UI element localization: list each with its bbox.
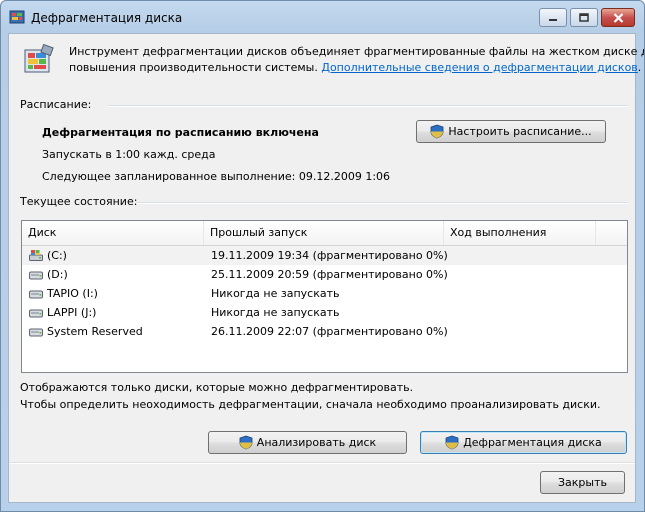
hard-drive-icon [29,271,43,280]
disk-row[interactable]: (D:) 25.11.2009 20:59 (фрагментировано 0%… [22,265,627,284]
disk-row[interactable]: LAPPI (J:) Никогда не запускать [22,303,627,322]
system-drive-icon [29,250,43,261]
close-window-button[interactable] [601,8,635,27]
configure-schedule-label: Настроить расписание... [448,125,592,138]
defrag-window: Дефрагментация диска Инструмент дефрагме… [0,0,645,512]
link-suffix: . [637,61,642,74]
disk-row[interactable]: TAPIO (I:) Никогда не запускать [22,284,627,303]
schedule-divider [108,105,628,107]
window-title: Дефрагментация диска [31,11,183,25]
disk-row[interactable]: (C:) 19.11.2009 19:34 (фрагментировано 0%… [22,246,627,265]
hard-drive-icon [29,328,43,337]
footer-note-line-2: Чтобы определить неоходимость дефрагмент… [20,398,601,411]
minimize-button[interactable] [539,8,567,27]
description-line-2: повышения производительности системы. [69,61,318,74]
column-header-last-run[interactable]: Прошлый запуск [204,221,444,245]
uac-shield-icon [430,124,444,139]
disk-row[interactable]: System Reserved 26.11.2009 22:07 (фрагмен… [22,322,627,341]
schedule-next-run: Следующее запланированное выполнение: 09… [42,170,391,183]
close-icon [613,12,623,23]
disk-list[interactable]: Диск Прошлый запуск Ход выполнения (C:) 1… [21,220,628,373]
title-bar[interactable]: Дефрагментация диска [1,1,644,33]
schedule-section-label: Расписание: [20,98,92,111]
disk-last-run: Никогда не запускать [211,287,340,300]
description-line-1: Инструмент дефрагментации дисков объедин… [69,45,645,58]
disk-last-run: 25.11.2009 20:59 (фрагментировано 0%) [211,268,448,281]
disk-name: (C:) [47,249,67,262]
schedule-status: Дефрагментация по расписанию включена [42,126,319,139]
schedule-run-when: Запускать в 1:00 кажд. среда [42,148,216,161]
description-line-2-group: повышения производительности системы. До… [69,61,641,74]
current-state-section-label: Текущее состояние: [20,195,138,208]
disk-last-run: 19.11.2009 19:34 (фрагментировано 0%) [211,249,448,262]
analyze-disk-label: Анализировать диск [256,436,377,449]
close-button-label: Закрыть [558,476,607,489]
uac-shield-icon [445,435,459,450]
analyze-disk-button[interactable]: Анализировать диск [208,431,407,454]
disk-name: TAPIO (I:) [47,287,98,300]
hard-drive-icon [29,290,43,299]
defragment-disk-label: Дефрагментация диска [463,436,602,449]
disk-name: (D:) [47,268,68,281]
maximize-button[interactable] [570,8,598,27]
defrag-app-icon [9,10,25,24]
close-button[interactable]: Закрыть [540,471,625,494]
disk-name: LAPPI (J:) [47,306,97,319]
disk-last-run: 26.11.2009 22:07 (фрагментировано 0%) [211,325,448,338]
disk-last-run: Никогда не запускать [211,306,340,319]
column-header-progress[interactable]: Ход выполнения [444,221,596,245]
current-state-divider [136,202,628,204]
maximize-icon [579,13,589,22]
defrag-tool-icon [24,44,54,73]
configure-schedule-button[interactable]: Настроить расписание... [416,120,606,143]
footer-divider [9,462,635,464]
column-header-disk[interactable]: Диск [22,221,204,245]
dialog-content: Инструмент дефрагментации дисков объедин… [8,33,644,503]
more-info-link[interactable]: Дополнительные сведения о дефрагментации… [321,61,637,74]
minimize-icon [549,18,557,21]
footer-note-line-1: Отображаются только диски, которые можно… [20,381,414,394]
disk-list-header: Диск Прошлый запуск Ход выполнения [22,221,627,246]
uac-shield-icon [239,435,253,450]
defragment-disk-button[interactable]: Дефрагментация диска [420,431,627,454]
disk-name: System Reserved [47,325,143,338]
hard-drive-icon [29,309,43,318]
